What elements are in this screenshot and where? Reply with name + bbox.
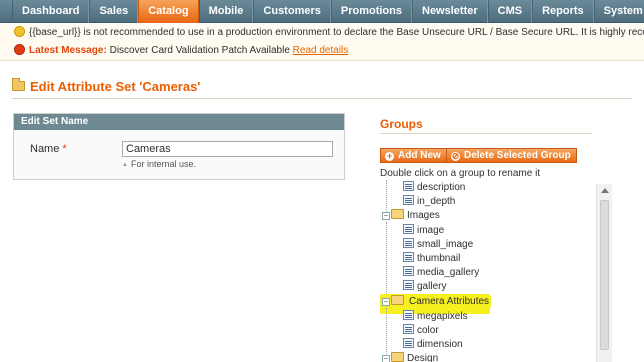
tree-attribute-small-image[interactable]: small_image [403, 238, 473, 252]
scroll-thumb[interactable] [600, 200, 609, 350]
delete-selected-group-button[interactable]: ⊘ Delete Selected Group [446, 148, 577, 163]
internal-use-note: For internal use. [122, 159, 196, 169]
tree-label: media_gallery [417, 267, 480, 278]
folder-icon [391, 209, 404, 219]
tree-label: Camera Attributes [407, 296, 492, 307]
tree-attribute-gallery[interactable]: gallery [403, 280, 446, 294]
tree-label: dimension [417, 339, 463, 350]
tree-attribute-media-gallery[interactable]: media_gallery [403, 266, 479, 280]
nav-promotions[interactable]: Promotions [330, 0, 412, 23]
attribute-icon [403, 324, 414, 334]
groups-divider [380, 133, 592, 134]
attribute-icon [403, 338, 414, 348]
folder-icon [391, 352, 404, 362]
tree-label: Design [407, 353, 439, 362]
attribute-icon [403, 266, 414, 276]
tree-group-images[interactable]: − Images [382, 209, 440, 223]
tree-label: in_depth [417, 196, 456, 207]
add-new-group-button[interactable]: + Add New [380, 148, 447, 163]
tree-connector [386, 222, 387, 294]
latest-message-label: Latest Message: [29, 45, 107, 56]
tree-label: megapixels [417, 311, 468, 322]
tree-label: image [417, 225, 445, 236]
attribute-icon [403, 238, 414, 248]
nav-mobile[interactable]: Mobile [198, 0, 254, 23]
page-header: Edit Attribute Set 'Cameras' [12, 77, 632, 99]
tree-group-design[interactable]: − Design [382, 352, 438, 362]
nav-newsletter[interactable]: Newsletter [412, 0, 488, 23]
rename-hint: Double click on a group to rename it [380, 168, 541, 179]
edit-set-name-panel: Edit Set Name Name * Cameras For interna… [13, 113, 345, 180]
tree-label: thumbnail [417, 253, 461, 264]
read-details-link[interactable]: Read details [293, 45, 349, 56]
tree-attribute-image[interactable]: image [403, 224, 444, 238]
nav-sales[interactable]: Sales [89, 0, 139, 23]
tree-label: color [417, 325, 439, 336]
base-url-warning: {{base_url}} is not recommended to use i… [0, 24, 644, 43]
nav-customers[interactable]: Customers [253, 0, 331, 23]
nav-reports[interactable]: Reports [532, 0, 594, 23]
tree-group-camera-attributes[interactable]: − Camera Attributes [382, 295, 492, 309]
tree-label: gallery [417, 281, 447, 292]
collapse-toggle-icon[interactable]: − [382, 298, 390, 306]
tree-attribute-description[interactable]: description [403, 181, 465, 195]
tree-attribute-thumbnail[interactable]: thumbnail [403, 252, 460, 266]
collapse-toggle-icon[interactable]: − [382, 355, 390, 362]
panel-heading: Edit Set Name [14, 114, 344, 130]
attribute-icon [403, 280, 414, 290]
tree-label: small_image [417, 239, 474, 250]
alert-icon [14, 44, 25, 55]
attribute-icon [403, 310, 414, 320]
folder-icon [391, 295, 404, 305]
nav-catalog[interactable]: Catalog [138, 0, 199, 23]
tree-attribute-megapixels[interactable]: megapixels [403, 310, 468, 324]
attribute-icon [403, 252, 414, 262]
required-mark: * [62, 143, 67, 155]
tree-attribute-in-depth[interactable]: in_depth [403, 195, 455, 209]
tree-attribute-color[interactable]: color [403, 324, 439, 338]
attribute-set-name-input[interactable]: Cameras [122, 141, 333, 157]
plus-icon: + [385, 151, 394, 161]
tree-attribute-dimension[interactable]: dimension [403, 338, 463, 352]
latest-message: Latest Message: Discover Card Validation… [0, 42, 644, 61]
scroll-up-arrow-icon[interactable] [601, 188, 609, 193]
nav-dashboard[interactable]: Dashboard [12, 0, 90, 23]
tree-scrollbar[interactable] [596, 184, 612, 362]
groups-title: Groups [380, 117, 423, 131]
attribute-set-icon [12, 78, 25, 91]
attribute-icon [403, 224, 414, 234]
delete-selected-label: Delete Selected Group [464, 150, 571, 161]
delete-icon: ⊘ [451, 151, 460, 161]
name-label: Name * [30, 143, 67, 155]
nav-system[interactable]: System [593, 0, 644, 23]
page: Dashboard Sales Catalog Mobile Customers… [0, 0, 644, 362]
nav-cms[interactable]: CMS [487, 0, 533, 23]
lightbulb-icon [14, 26, 25, 37]
groups-tree: description in_depth − Images image small… [380, 180, 616, 362]
attribute-icon [403, 181, 414, 191]
add-new-label: Add New [398, 150, 441, 161]
warning-text: {{base_url}} is not recommended to use i… [29, 27, 644, 38]
tree-label: description [417, 182, 466, 193]
tree-label: Images [407, 210, 440, 221]
collapse-toggle-icon[interactable]: − [382, 212, 390, 220]
top-nav: Dashboard Sales Catalog Mobile Customers… [0, 0, 644, 23]
name-label-text: Name [30, 143, 60, 155]
page-title: Edit Attribute Set 'Cameras' [30, 79, 201, 94]
attribute-icon [403, 195, 414, 205]
latest-message-text: Discover Card Validation Patch Available [109, 45, 290, 56]
